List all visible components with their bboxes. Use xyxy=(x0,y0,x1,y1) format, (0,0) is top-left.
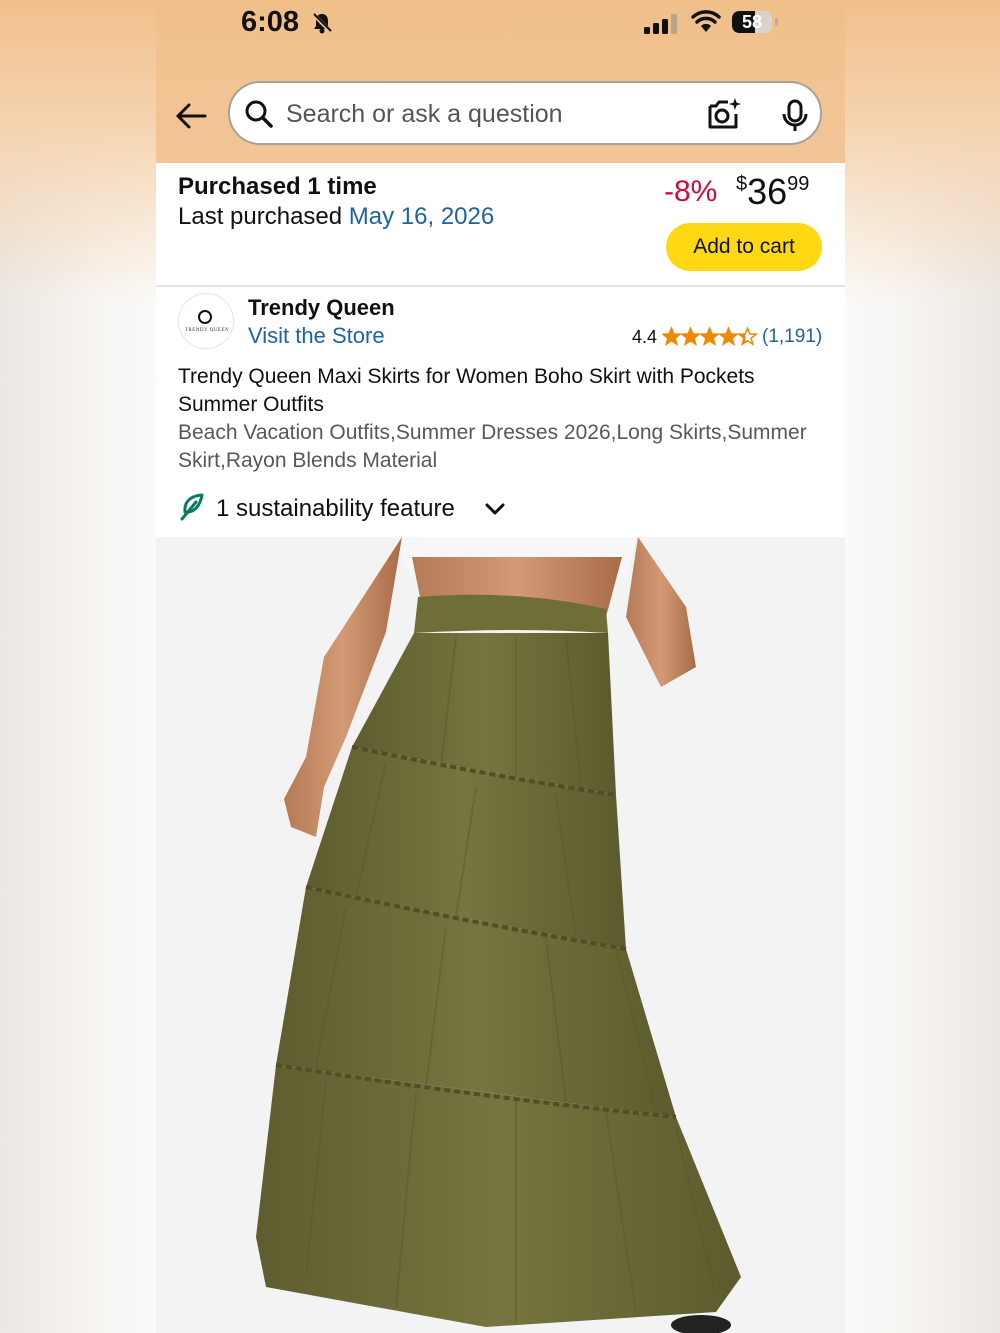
battery-indicator: 58 xyxy=(732,11,772,33)
add-to-cart-button[interactable]: Add to cart xyxy=(666,223,822,271)
mic-icon[interactable] xyxy=(781,99,809,133)
shoe xyxy=(671,1315,731,1333)
signal-icon xyxy=(644,14,677,34)
price-whole: 36 xyxy=(747,171,788,212)
price: $3699 xyxy=(736,171,809,213)
search-input[interactable]: Search or ask a question xyxy=(286,100,563,129)
skirt-photo xyxy=(256,537,741,1333)
star-icon xyxy=(681,328,700,345)
search-bar[interactable]: Search or ask a question xyxy=(228,81,822,145)
star-icon xyxy=(662,328,681,345)
right-arm xyxy=(626,537,696,687)
purchase-history: Purchased 1 time Last purchased May 16, … xyxy=(156,163,845,287)
discount-percent: -8% xyxy=(664,175,718,208)
star-rating[interactable] xyxy=(662,327,758,347)
last-purchased: Last purchased May 16, 2026 xyxy=(178,203,494,231)
app-header: 6:08 58 Search or ask a question xyxy=(156,0,845,163)
status-time: 6:08 xyxy=(241,6,300,38)
last-purchased-date[interactable]: May 16, 2026 xyxy=(349,203,494,230)
visit-store-link[interactable]: Visit the Store xyxy=(248,323,385,349)
sustainability-feature[interactable]: 1 sustainability feature xyxy=(216,495,455,523)
product-subtitle: Beach Vacation Outfits,Summer Dresses 20… xyxy=(178,421,807,472)
phone-screen: 6:08 58 Search or ask a question Purchas… xyxy=(156,0,845,1333)
star-icon xyxy=(719,328,738,345)
price-currency: $ xyxy=(736,173,748,195)
bell-off-icon xyxy=(311,12,333,34)
search-icon xyxy=(245,100,273,128)
leaf-icon xyxy=(180,493,204,521)
purchased-count: Purchased 1 time xyxy=(178,173,377,200)
logo-text: TRENDY QUEEN xyxy=(184,328,230,333)
back-arrow-icon[interactable] xyxy=(174,99,208,133)
rating-count[interactable]: (1,191) xyxy=(762,326,822,348)
product-info: TRENDY QUEEN Trendy Queen Visit the Stor… xyxy=(156,287,845,537)
battery-percent: 58 xyxy=(741,12,763,32)
last-purchased-label: Last purchased xyxy=(178,203,343,230)
wifi-icon xyxy=(691,10,721,32)
product-title: Trendy Queen Maxi Skirts for Women Boho … xyxy=(178,365,755,416)
rating-value: 4.4 xyxy=(632,327,658,347)
camera-icon[interactable] xyxy=(706,97,742,131)
battery-nub xyxy=(775,18,778,26)
product-image[interactable] xyxy=(156,537,845,1333)
chevron-down-icon[interactable] xyxy=(484,501,506,517)
store-logo[interactable]: TRENDY QUEEN xyxy=(178,293,234,349)
star-icon xyxy=(700,328,719,345)
store-name: Trendy Queen xyxy=(248,295,395,320)
price-fraction: 99 xyxy=(787,173,810,195)
logo-mark xyxy=(198,310,212,324)
